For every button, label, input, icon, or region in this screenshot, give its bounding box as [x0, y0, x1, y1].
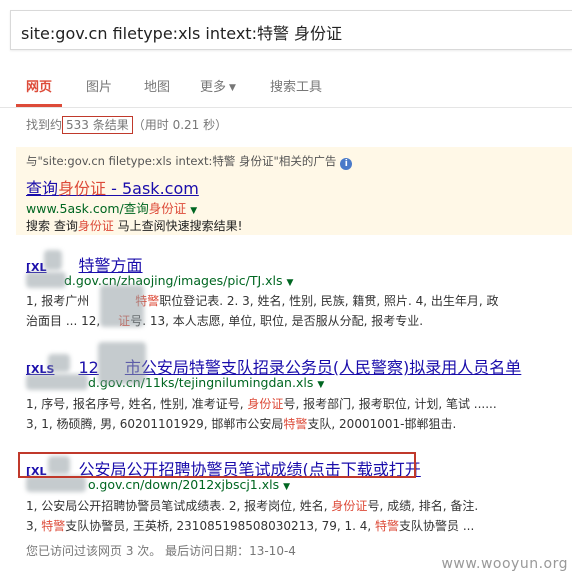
ad-block: 与"site:gov.cn filetype:xls intext:特警 身份证…: [16, 147, 572, 235]
dropdown-arrow-icon[interactable]: ▼: [287, 278, 294, 288]
highlight-box: [18, 452, 416, 478]
redaction-blur: [44, 250, 62, 270]
tab-more[interactable]: 更多 ▼: [200, 76, 236, 95]
ad-header: 与"site:gov.cn filetype:xls intext:特警 身份证…: [26, 153, 353, 170]
tab-maps[interactable]: 地图: [144, 76, 170, 95]
dropdown-arrow-icon[interactable]: ▼: [317, 380, 324, 390]
redaction-blur: [26, 476, 86, 492]
tab-search-tools[interactable]: 搜索工具: [270, 76, 322, 95]
result-snippet: 3, 特警支队协警员, 王英桥, 231085198508030213, 79,…: [26, 519, 475, 533]
watermark: www.wooyun.org: [441, 556, 568, 572]
result-snippet: 1, 公安局公开招聘协警员笔试成绩表. 2, 报考岗位, 姓名, 身份证号, 成…: [26, 499, 479, 513]
tab-images[interactable]: 图片: [86, 76, 112, 95]
ad-url: www.5ask.com/查询身份证 ▼: [26, 201, 198, 216]
dropdown-arrow-icon[interactable]: ▼: [190, 206, 197, 216]
search-input[interactable]: site:gov.cn filetype:xls intext:特警 身份证: [10, 10, 572, 50]
info-icon[interactable]: i: [340, 158, 353, 170]
tab-web[interactable]: 网页: [26, 76, 52, 95]
dropdown-arrow-icon[interactable]: ▼: [283, 482, 290, 492]
ad-title-link[interactable]: 查询身份证 - 5ask.com: [26, 175, 199, 199]
result-stats: 找到约 533 条结果 （用时 0.21 秒）: [26, 116, 228, 134]
redaction-blur: [98, 342, 146, 384]
result-count: 533 条结果: [62, 116, 133, 134]
active-tab-indicator: [16, 104, 62, 107]
redaction-blur: [26, 272, 66, 288]
redaction-blur: [26, 374, 88, 390]
chevron-down-icon: ▼: [229, 83, 236, 93]
result-snippet: 3, 1, 杨硕腾, 男, 60201101929, 邯郸市公安局特警支队, 2…: [26, 417, 457, 431]
redaction-blur: [100, 285, 144, 327]
redaction-blur: [48, 354, 70, 372]
result-url: d.gov.cn/zhaojing/images/pic/TJ.xls ▼: [64, 273, 294, 288]
result-snippet: 治面目 ... 12,证号. 13, 本人志愿, 单位, 职位, 是否服从分配,…: [26, 314, 424, 328]
search-tabs: 网页 图片 地图 更多 ▼ 搜索工具: [0, 68, 572, 108]
result-snippet: 1, 报考广州 特警职位登记表. 2. 3, 姓名, 性别, 民族, 籍贯, 照片…: [26, 294, 499, 308]
result-snippet: 1, 序号, 报名序号, 姓名, 性别, 准考证号, 身份证号, 报考部门, 报…: [26, 397, 497, 411]
visit-info: 您已访问过该网页 3 次。 最后访问日期：13-10-4: [26, 544, 296, 558]
ad-description: 搜索 查询身份证 马上查阅快速搜索结果!: [26, 219, 243, 233]
